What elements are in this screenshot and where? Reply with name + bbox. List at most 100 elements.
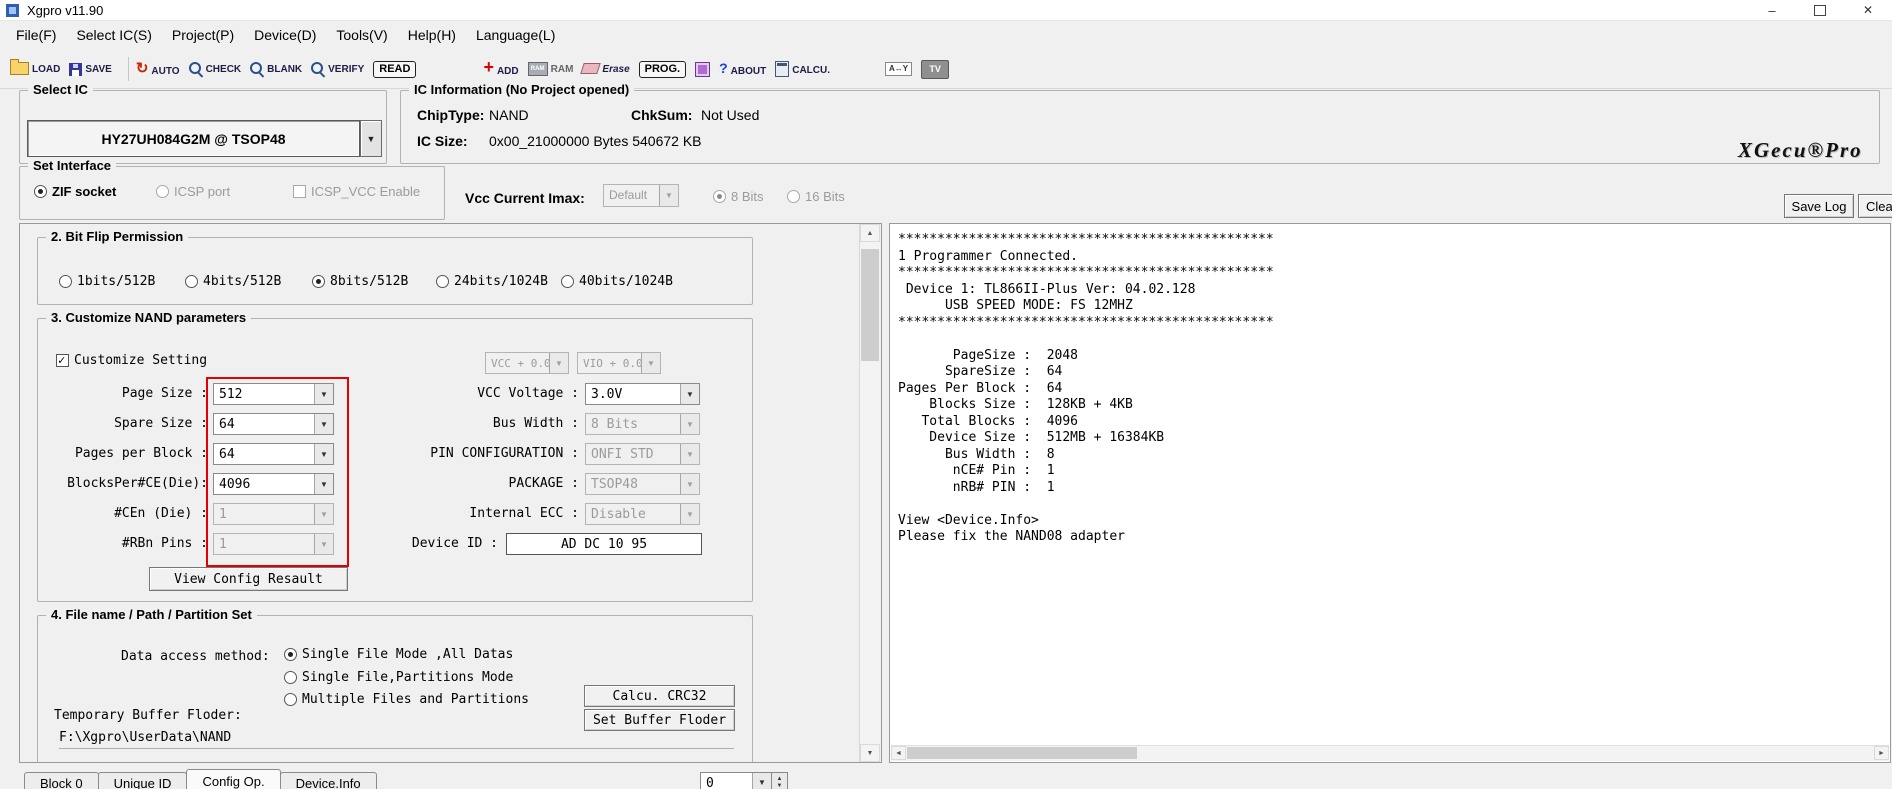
vcc-imax-combo[interactable]: Default — [603, 184, 679, 207]
minimize-button[interactable] — [1748, 0, 1796, 20]
save-log-button[interactable]: Save Log — [1784, 194, 1854, 218]
scroll-right-arrow-icon[interactable] — [1874, 746, 1889, 760]
vcc-voltage-combo[interactable]: 3.0V — [585, 383, 700, 405]
menu-device[interactable]: Device(D) — [244, 23, 326, 47]
toolbar-separator — [127, 57, 129, 81]
load-button[interactable]: LOAD — [10, 59, 60, 76]
pin-configuration-label: PIN CONFIGURATION : — [430, 446, 579, 461]
add-button[interactable]: ADD — [483, 60, 519, 78]
scroll-up-arrow-icon[interactable] — [860, 224, 880, 242]
dropdown-arrow-icon — [641, 353, 660, 373]
icsp-port-radio[interactable]: ICSP port — [156, 184, 230, 199]
tab-device-info[interactable]: Device.Info — [279, 772, 377, 789]
customize-setting-checkbox[interactable]: Customize Setting — [56, 353, 207, 368]
device-id-label: Device ID : — [411, 536, 498, 551]
question-mark-icon — [719, 60, 728, 78]
scrollbar-thumb[interactable] — [861, 249, 879, 361]
check-id-button[interactable]: CHECK — [188, 62, 241, 76]
blocks-per-ce-label: BlocksPer#CE(Die): — [67, 476, 208, 491]
zif-socket-radio[interactable]: ZIF socket — [34, 184, 116, 199]
blocks-per-ce-combo[interactable]: 4096 — [213, 473, 334, 495]
dropdown-arrow-icon — [314, 384, 333, 404]
pin-configuration-combo[interactable]: ONFI STD — [585, 443, 700, 465]
radio-dot-icon — [436, 275, 449, 288]
tab-config-op[interactable]: Config Op. — [186, 769, 281, 789]
scrollbar-thumb[interactable] — [907, 747, 1137, 759]
block-number-combo[interactable]: 0 — [700, 772, 772, 789]
vcc-offset-combo[interactable]: VCC + 0.0V — [485, 352, 569, 374]
buffer-path-field[interactable]: F:\Xgpro\UserData\NAND — [59, 730, 734, 749]
spin-down-arrow-icon: ▼ — [776, 783, 783, 789]
page-size-combo[interactable]: 512 — [213, 383, 334, 405]
program-button[interactable]: PROG. — [638, 60, 687, 78]
bitflip-8bits-radio[interactable]: 8bits/512B — [312, 274, 408, 289]
calculator-button[interactable]: CALCU. — [775, 61, 830, 77]
logic-test-button[interactable]: TV — [921, 59, 950, 79]
close-button[interactable] — [1844, 0, 1892, 20]
radio-dot-icon — [34, 185, 47, 198]
view-config-result-button[interactable]: View Config Resault — [149, 567, 348, 591]
maximize-button[interactable] — [1796, 0, 1844, 20]
vcc-voltage-label: VCC Voltage : — [477, 386, 579, 401]
save-button[interactable]: SAVE — [69, 62, 112, 76]
device-id-field[interactable]: AD DC 10 95 — [506, 533, 702, 555]
spinner-updown[interactable]: ▲ ▼ — [772, 772, 788, 789]
8bits-radio[interactable]: 8 Bits — [713, 189, 764, 204]
select-ic-dropdown-button[interactable] — [360, 120, 382, 157]
pages-per-block-combo[interactable]: 64 — [213, 443, 334, 465]
tv-icon: TV — [921, 59, 950, 79]
menu-help[interactable]: Help(H) — [398, 23, 466, 47]
read-button[interactable]: READ — [373, 60, 417, 78]
bitflip-4bits-radio[interactable]: 4bits/512B — [185, 274, 281, 289]
file-partition-legend: 4. File name / Path / Partition Set — [46, 607, 257, 622]
ram-button[interactable]: RAM — [527, 62, 573, 76]
menu-tools[interactable]: Tools(V) — [326, 23, 397, 47]
ic-size-label: IC Size: — [417, 133, 468, 149]
cen-die-label: #CEn (Die) : — [114, 506, 208, 521]
log-horizontal-scrollbar[interactable] — [891, 745, 1889, 761]
eraser-icon — [580, 62, 602, 74]
vio-offset-combo[interactable]: VIO + 0.0V — [577, 352, 661, 374]
about-button[interactable]: ABOUT — [719, 60, 767, 78]
menu-project[interactable]: Project(P) — [162, 23, 244, 47]
single-file-mode-radio[interactable]: Single File Mode ,All Datas — [284, 647, 513, 662]
bus-width-combo[interactable]: 8 Bits — [585, 413, 700, 435]
selected-ic-value[interactable]: HY27UH084G2M @ TSOP48 — [27, 120, 360, 157]
set-buffer-folder-button[interactable]: Set Buffer Floder — [584, 709, 735, 731]
dropdown-arrow-icon — [314, 414, 333, 434]
ic-size-value: 0x00_21000000 Bytes 540672 KB — [489, 133, 702, 149]
auto-button[interactable]: AUTO — [136, 60, 179, 78]
internal-ecc-combo[interactable]: Disable — [585, 503, 700, 525]
bitflip-40bits-radio[interactable]: 40bits/1024B — [561, 274, 673, 289]
pin-converter-button[interactable]: A↔Y — [885, 62, 913, 76]
clear-log-button[interactable]: Clea — [1858, 194, 1892, 218]
tab-unique-id[interactable]: Unique ID — [97, 772, 188, 789]
multiple-files-radio[interactable]: Multiple Files and Partitions — [284, 692, 529, 707]
chip-grid-icon — [695, 61, 711, 77]
erase-button[interactable]: Erase — [580, 62, 630, 76]
logic-ic-button[interactable] — [695, 61, 711, 77]
chksum-label: ChkSum: — [631, 107, 693, 123]
chiptype-value: NAND — [489, 107, 529, 123]
radio-dot-icon — [284, 648, 297, 661]
single-file-partitions-radio[interactable]: Single File,Partitions Mode — [284, 670, 513, 685]
scroll-left-arrow-icon[interactable] — [891, 746, 906, 760]
scroll-down-arrow-icon[interactable] — [860, 744, 880, 762]
icsp-vcc-checkbox[interactable]: ICSP_VCC Enable — [293, 184, 420, 199]
calc-crc32-button[interactable]: Calcu. CRC32 — [584, 685, 735, 707]
spare-size-combo[interactable]: 64 — [213, 413, 334, 435]
menu-file[interactable]: File(F) — [6, 23, 66, 47]
menu-select-ic[interactable]: Select IC(S) — [66, 23, 161, 47]
16bits-radio[interactable]: 16 Bits — [787, 189, 845, 204]
tab-block0[interactable]: Block 0 — [24, 772, 99, 789]
left-panel-scrollbar[interactable] — [859, 224, 880, 762]
cen-die-combo[interactable]: 1 — [213, 503, 334, 525]
menu-language[interactable]: Language(L) — [466, 23, 565, 47]
bitflip-24bits-radio[interactable]: 24bits/1024B — [436, 274, 548, 289]
radio-dot-icon — [284, 671, 297, 684]
verify-button[interactable]: VERIFY — [311, 62, 364, 76]
bitflip-1bits-radio[interactable]: 1bits/512B — [59, 274, 155, 289]
package-combo[interactable]: TSOP48 — [585, 473, 700, 495]
blank-check-button[interactable]: BLANK — [250, 62, 302, 76]
spin-up-arrow-icon: ▲ — [776, 775, 783, 782]
